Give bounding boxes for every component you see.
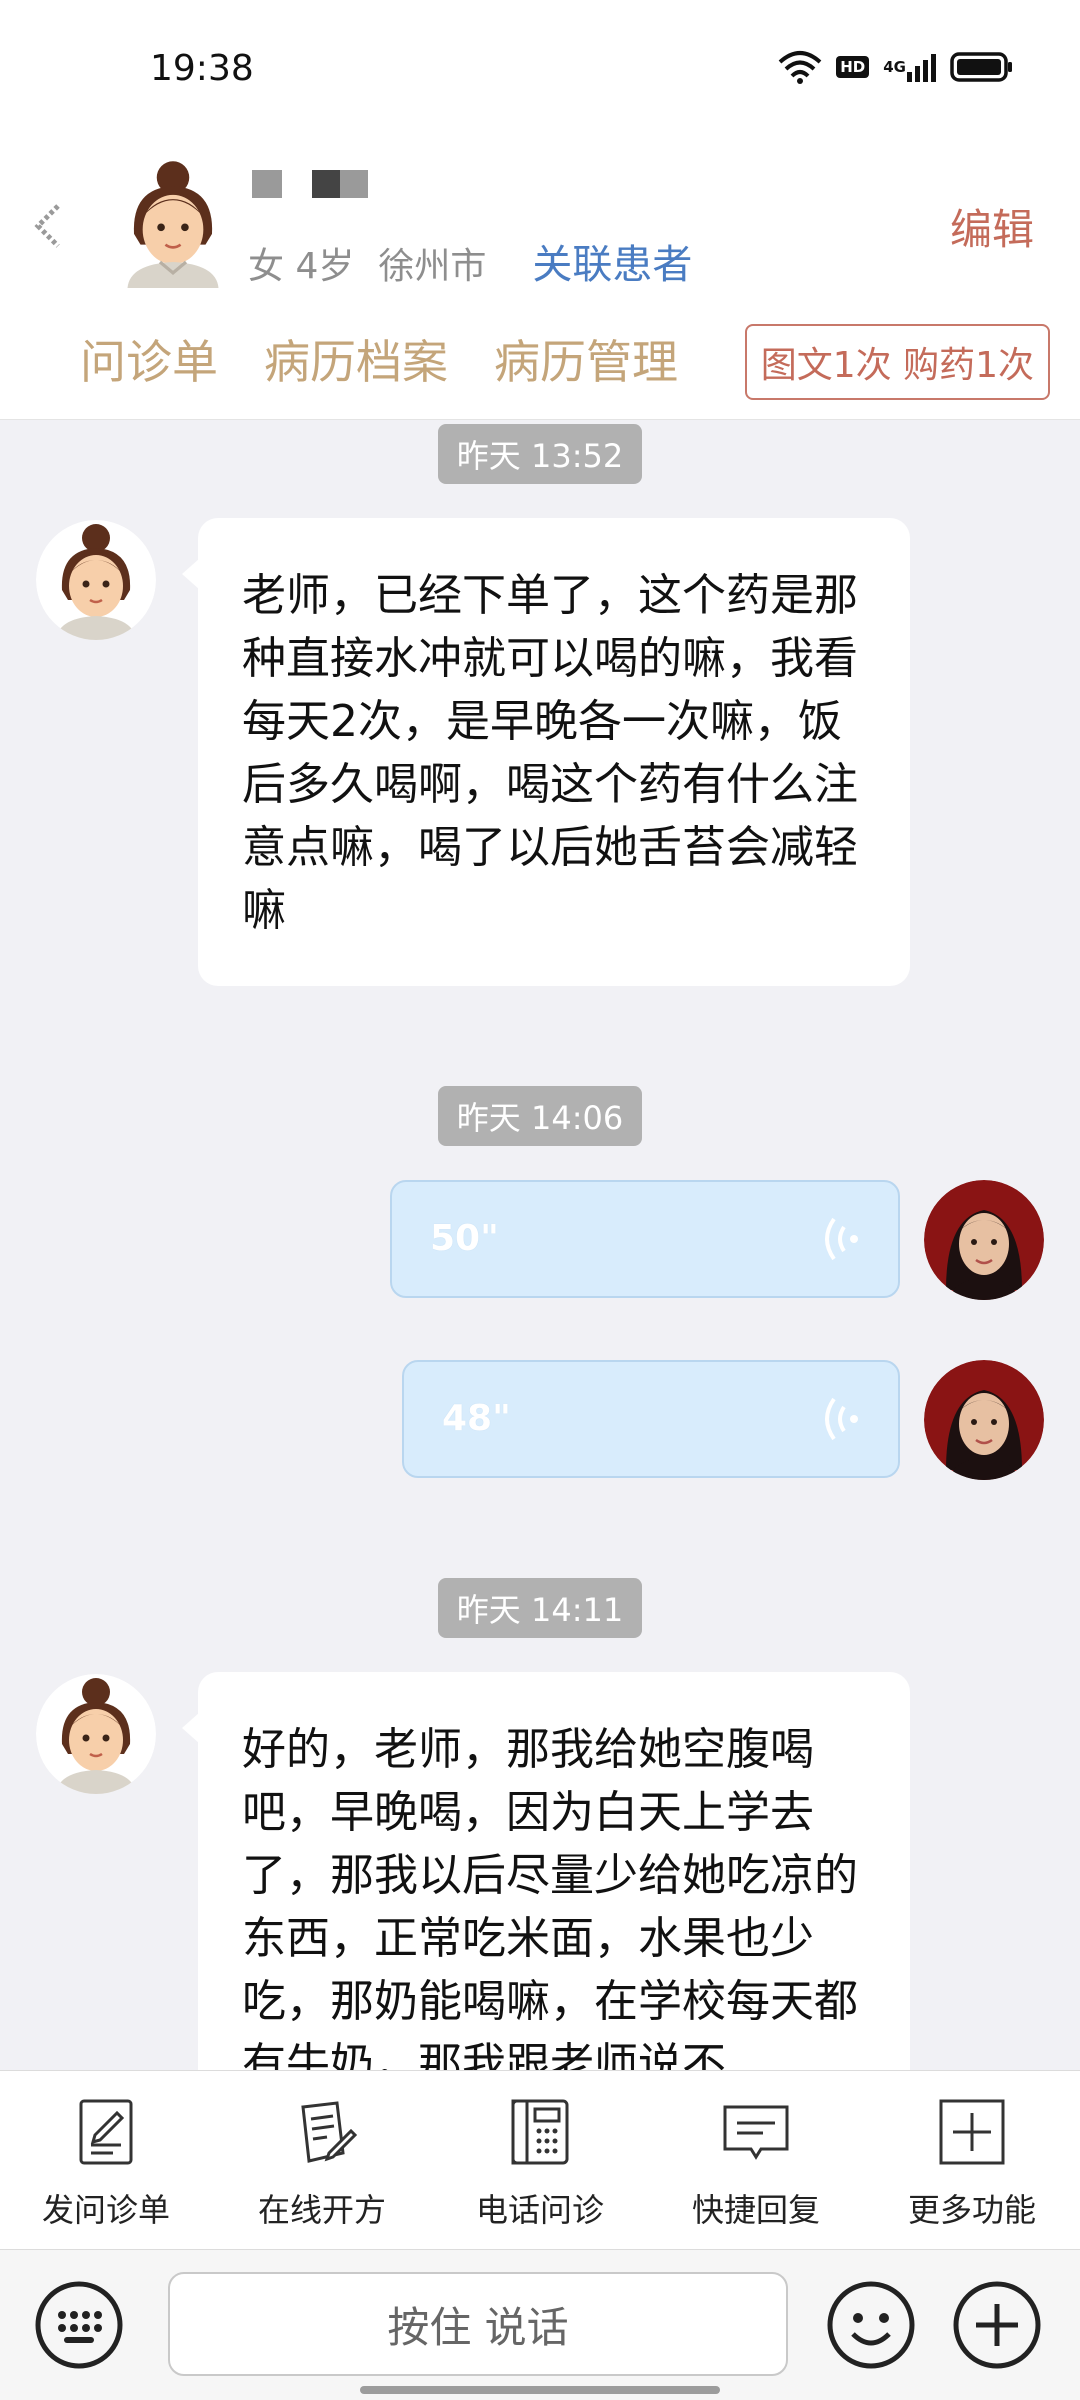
patient-message-avatar[interactable] [36, 1674, 156, 1794]
phone-icon [511, 2099, 569, 2165]
prescription-icon [301, 2101, 358, 2163]
header-tabs: 问诊单 病历档案 病历管理 [80, 326, 678, 392]
patient-name-redacted [252, 170, 368, 198]
action-label: 发问诊单 [41, 2191, 170, 2229]
patient-meta: 女 4岁 徐州市 关联患者 [248, 232, 692, 290]
hd-icon: HD [836, 56, 870, 78]
battery-icon [950, 51, 1014, 83]
hold-to-talk-button[interactable]: 按住 说话 [168, 2272, 788, 2376]
plus-button[interactable] [952, 2280, 1042, 2370]
tab-medical-records[interactable]: 病历档案 [264, 326, 448, 392]
patient-age: 4岁 [295, 246, 355, 287]
tab-consultation-form[interactable]: 问诊单 [80, 326, 218, 392]
action-label: 电话问诊 [475, 2191, 604, 2229]
chat-header: 女 4岁 徐州市 关联患者 编辑 问诊单 病历档案 病历管理 图文1次 购药1次 [0, 140, 1080, 420]
back-arrow-icon [34, 204, 60, 248]
status-bar: 19:38 HD 4G [0, 0, 1080, 140]
status-time: 19:38 [150, 48, 254, 89]
chat-area[interactable]: 昨天 13:52 老师，已经下单了，这个药是那种直接水冲就可以喝的嘛，我看每天2… [0, 420, 1080, 2070]
back-button[interactable] [28, 196, 72, 256]
quick-reply-button[interactable]: 快捷回复 [656, 2095, 856, 2231]
patient-avatar[interactable] [108, 158, 238, 288]
quick-reply-icon [723, 2105, 789, 2160]
input-bar: 按住 说话 [0, 2250, 1080, 2400]
doctor-avatar[interactable] [924, 1360, 1044, 1480]
form-icon [79, 2099, 133, 2165]
patient-gender: 女 [248, 246, 285, 287]
service-quota-badge[interactable]: 图文1次 购药1次 [744, 324, 1050, 400]
signal-4g-icon: 4G [883, 52, 936, 82]
incoming-message-bubble[interactable]: 老师，已经下单了，这个药是那种直接水冲就可以喝的嘛，我看每天2次，是早晚各一次嘛… [182, 518, 910, 986]
online-prescription-button[interactable]: 在线开方 [222, 2095, 422, 2231]
voice-duration: 50" [430, 1218, 499, 1259]
incoming-message-bubble[interactable]: 好的，老师，那我给她空腹喝吧，早晚喝，因为白天上学去了，那我以后尽量少给她吃凉的… [182, 1672, 910, 2070]
timestamp: 昨天 13:52 [438, 424, 642, 484]
voice-message-bubble[interactable]: 48" [402, 1360, 900, 1478]
voice-wave-icon [825, 1397, 858, 1441]
action-label: 快捷回复 [691, 2191, 820, 2229]
status-icons: HD 4G [778, 50, 1014, 84]
plus-circle-icon [953, 2281, 1041, 2369]
wifi-icon [778, 50, 822, 84]
keyboard-toggle-button[interactable] [34, 2280, 124, 2370]
network-label: 4G [883, 58, 906, 76]
voice-message-bubble[interactable]: 50" [390, 1180, 900, 1298]
smiley-icon [827, 2281, 915, 2369]
keyboard-icon [35, 2281, 123, 2369]
phone-consult-button[interactable]: 电话问诊 [440, 2095, 640, 2231]
voice-wave-icon [825, 1217, 858, 1261]
patient-gender-age: 女 4岁 [248, 237, 354, 289]
more-functions-button[interactable]: 更多功能 [872, 2095, 1072, 2231]
tab-records-management[interactable]: 病历管理 [494, 326, 678, 392]
girl-avatar-icon [127, 161, 219, 288]
doctor-avatar[interactable] [924, 1180, 1044, 1300]
girl-avatar-icon [36, 520, 156, 640]
girl-avatar-icon [36, 1674, 156, 1794]
action-label: 更多功能 [907, 2191, 1036, 2229]
patient-message-avatar[interactable] [36, 520, 156, 640]
home-indicator[interactable] [360, 2386, 720, 2394]
link-patient-button[interactable]: 关联患者 [532, 232, 692, 290]
plus-square-icon [939, 2099, 1005, 2165]
timestamp: 昨天 14:06 [438, 1086, 642, 1146]
doctor-photo-icon [924, 1180, 1044, 1300]
redaction-block [312, 170, 368, 198]
emoji-button[interactable] [826, 2280, 916, 2370]
redaction-block [252, 170, 282, 198]
doctor-photo-icon [924, 1360, 1044, 1480]
action-toolbar: 发问诊单 在线开方 电话问诊 快捷回复 更多功能 [0, 2070, 1080, 2250]
patient-city: 徐州市 [378, 246, 487, 287]
send-form-button[interactable]: 发问诊单 [6, 2095, 206, 2231]
voice-duration: 48" [442, 1398, 511, 1439]
action-label: 在线开方 [257, 2191, 386, 2229]
edit-button[interactable]: 编辑 [950, 196, 1034, 257]
timestamp: 昨天 14:11 [438, 1578, 642, 1638]
